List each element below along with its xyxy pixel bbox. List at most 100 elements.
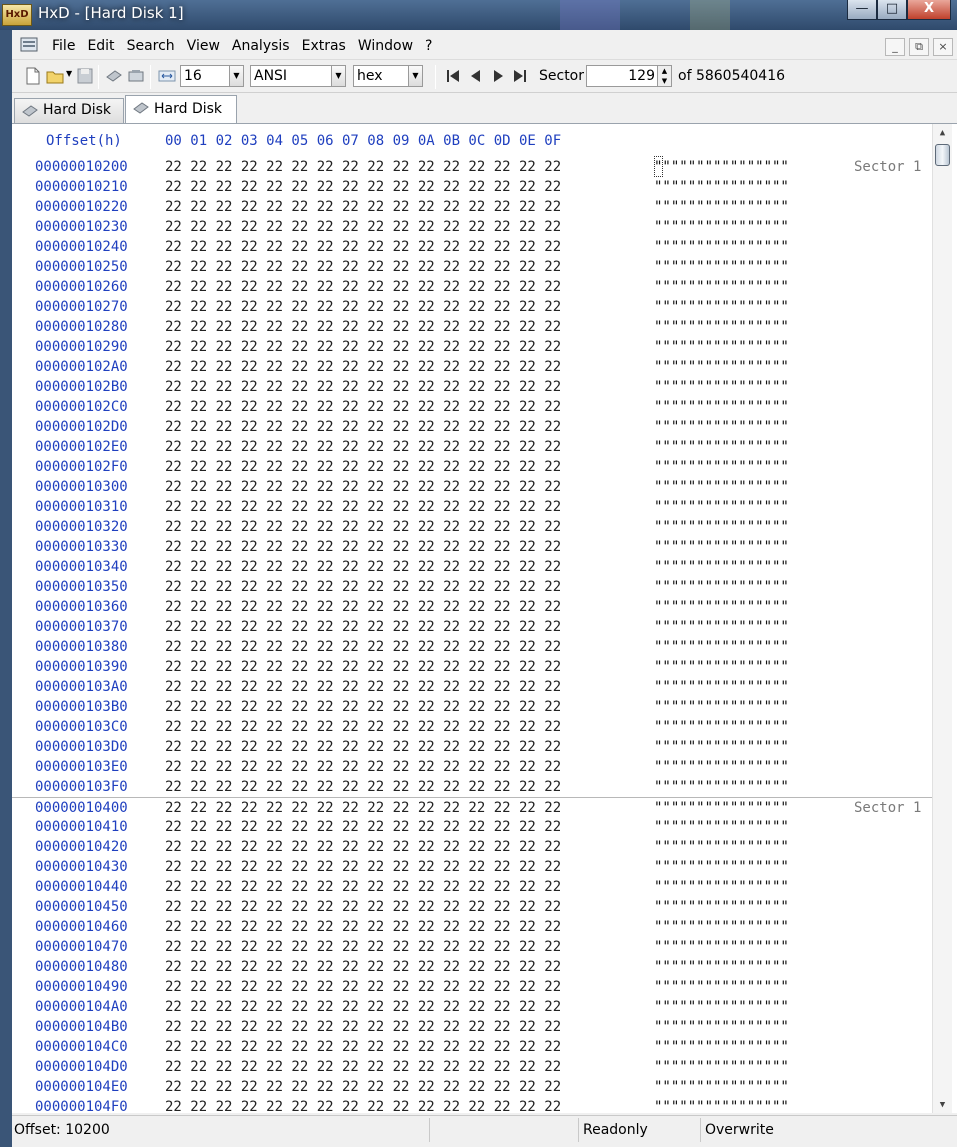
hex-row[interactable]: 00000010340 22 22 22 22 22 22 22 22 22 22…: [12, 557, 932, 577]
row-hex-bytes[interactable]: 22 22 22 22 22 22 22 22 22 22 22 22 22 2…: [165, 877, 561, 897]
row-hex-bytes[interactable]: 22 22 22 22 22 22 22 22 22 22 22 22 22 2…: [165, 457, 561, 477]
row-hex-bytes[interactable]: 22 22 22 22 22 22 22 22 22 22 22 22 22 2…: [165, 377, 561, 397]
hex-row[interactable]: 00000010290 22 22 22 22 22 22 22 22 22 22…: [12, 337, 932, 357]
hex-row[interactable]: 00000010440 22 22 22 22 22 22 22 22 22 22…: [12, 877, 932, 897]
hex-row[interactable]: 000000104F0 22 22 22 22 22 22 22 22 22 22…: [12, 1097, 932, 1113]
row-hex-bytes[interactable]: 22 22 22 22 22 22 22 22 22 22 22 22 22 2…: [165, 697, 561, 717]
close-button[interactable]: X: [907, 0, 951, 20]
row-text[interactable]: """""""""""""""": [654, 857, 789, 877]
mdi-close-button[interactable]: ×: [933, 38, 953, 56]
row-text[interactable]: """""""""""""""": [654, 537, 789, 557]
hex-row[interactable]: 00000010310 22 22 22 22 22 22 22 22 22 22…: [12, 497, 932, 517]
menu-analysis[interactable]: Analysis: [226, 36, 296, 56]
hex-row[interactable]: 00000010240 22 22 22 22 22 22 22 22 22 22…: [12, 237, 932, 257]
row-text[interactable]: """""""""""""""": [654, 877, 789, 897]
row-text[interactable]: """""""""""""""": [654, 637, 789, 657]
hex-row[interactable]: 000000102C0 22 22 22 22 22 22 22 22 22 22…: [12, 397, 932, 417]
hex-row[interactable]: 00000010390 22 22 22 22 22 22 22 22 22 22…: [12, 657, 932, 677]
row-hex-bytes[interactable]: 22 22 22 22 22 22 22 22 22 22 22 22 22 2…: [165, 197, 561, 217]
hex-row[interactable]: 00000010330 22 22 22 22 22 22 22 22 22 22…: [12, 537, 932, 557]
open-folder-icon[interactable]: [46, 67, 64, 85]
row-text[interactable]: """""""""""""""": [654, 337, 789, 357]
row-hex-bytes[interactable]: 22 22 22 22 22 22 22 22 22 22 22 22 22 2…: [165, 237, 561, 257]
hex-row[interactable]: 00000010490 22 22 22 22 22 22 22 22 22 22…: [12, 977, 932, 997]
last-sector-icon[interactable]: [511, 67, 529, 85]
hex-row[interactable]: 00000010230 22 22 22 22 22 22 22 22 22 22…: [12, 217, 932, 237]
new-file-icon[interactable]: [24, 67, 42, 85]
hex-row[interactable]: 00000010430 22 22 22 22 22 22 22 22 22 22…: [12, 857, 932, 877]
menu-help[interactable]: ?: [419, 36, 438, 56]
row-hex-bytes[interactable]: 22 22 22 22 22 22 22 22 22 22 22 22 22 2…: [165, 177, 561, 197]
row-hex-bytes[interactable]: 22 22 22 22 22 22 22 22 22 22 22 22 22 2…: [165, 798, 561, 818]
row-text[interactable]: """""""""""""""": [654, 1037, 789, 1057]
hex-row[interactable]: 00000010260 22 22 22 22 22 22 22 22 22 22…: [12, 277, 932, 297]
row-text[interactable]: """""""""""""""": [654, 697, 789, 717]
row-hex-bytes[interactable]: 22 22 22 22 22 22 22 22 22 22 22 22 22 2…: [165, 897, 561, 917]
hex-editor-view[interactable]: Offset(h) 00 01 02 03 04 05 06 07 08 09 …: [12, 123, 957, 1113]
row-text[interactable]: """""""""""""""": [654, 357, 789, 377]
row-text[interactable]: """""""""""""""": [654, 737, 789, 757]
menu-view[interactable]: View: [181, 36, 226, 56]
hex-row[interactable]: 000000104C0 22 22 22 22 22 22 22 22 22 22…: [12, 1037, 932, 1057]
tab-hard-disk-1[interactable]: Hard Disk 1: [125, 95, 237, 143]
menu-file[interactable]: File: [46, 36, 81, 56]
row-hex-bytes[interactable]: 22 22 22 22 22 22 22 22 22 22 22 22 22 2…: [165, 297, 561, 317]
row-hex-bytes[interactable]: 22 22 22 22 22 22 22 22 22 22 22 22 22 2…: [165, 437, 561, 457]
row-text[interactable]: """""""""""""""": [654, 437, 789, 457]
row-hex-bytes[interactable]: 22 22 22 22 22 22 22 22 22 22 22 22 22 2…: [165, 757, 561, 777]
hex-row[interactable]: 000000103A0 22 22 22 22 22 22 22 22 22 22…: [12, 677, 932, 697]
menu-edit[interactable]: Edit: [81, 36, 120, 56]
row-hex-bytes[interactable]: 22 22 22 22 22 22 22 22 22 22 22 22 22 2…: [165, 777, 561, 797]
row-text[interactable]: """""""""""""""": [654, 317, 789, 337]
row-hex-bytes[interactable]: 22 22 22 22 22 22 22 22 22 22 22 22 22 2…: [165, 557, 561, 577]
charset-select[interactable]: ANSI ▼: [250, 65, 346, 87]
row-hex-bytes[interactable]: 22 22 22 22 22 22 22 22 22 22 22 22 22 2…: [165, 397, 561, 417]
hex-row[interactable]: 000000102E0 22 22 22 22 22 22 22 22 22 22…: [12, 437, 932, 457]
row-hex-bytes[interactable]: 22 22 22 22 22 22 22 22 22 22 22 22 22 2…: [165, 937, 561, 957]
hex-row[interactable]: 000000103E0 22 22 22 22 22 22 22 22 22 22…: [12, 757, 932, 777]
row-text[interactable]: """""""""""""""": [654, 597, 789, 617]
row-hex-bytes[interactable]: 22 22 22 22 22 22 22 22 22 22 22 22 22 2…: [165, 1037, 561, 1057]
hex-row[interactable]: 000000103B0 22 22 22 22 22 22 22 22 22 22…: [12, 697, 932, 717]
previous-sector-icon[interactable]: [467, 67, 485, 85]
hex-row[interactable]: 000000104A0 22 22 22 22 22 22 22 22 22 22…: [12, 997, 932, 1017]
hex-row[interactable]: 000000103F0 22 22 22 22 22 22 22 22 22 22…: [12, 777, 932, 797]
window-title-bar[interactable]: HxD HxD - [Hard Disk 1] — □ X: [0, 0, 957, 30]
row-text[interactable]: """""""""""""""": [654, 457, 789, 477]
row-text[interactable]: """""""""""""""": [654, 798, 789, 818]
row-text[interactable]: """""""""""""""": [654, 1057, 789, 1077]
row-hex-bytes[interactable]: 22 22 22 22 22 22 22 22 22 22 22 22 22 2…: [165, 597, 561, 617]
document-window-icon[interactable]: [20, 36, 40, 54]
hex-row[interactable]: 000000103D0 22 22 22 22 22 22 22 22 22 22…: [12, 737, 932, 757]
row-hex-bytes[interactable]: 22 22 22 22 22 22 22 22 22 22 22 22 22 2…: [165, 277, 561, 297]
row-hex-bytes[interactable]: 22 22 22 22 22 22 22 22 22 22 22 22 22 2…: [165, 637, 561, 657]
row-text[interactable]: """""""""""""""": [654, 397, 789, 417]
row-text[interactable]: """""""""""""""": [654, 237, 789, 257]
row-text[interactable]: """""""""""""""": [654, 217, 789, 237]
row-text[interactable]: """""""""""""""": [654, 897, 789, 917]
hex-row[interactable]: 00000010380 22 22 22 22 22 22 22 22 22 22…: [12, 637, 932, 657]
chevron-down-icon[interactable]: ▼: [66, 69, 72, 89]
hex-row[interactable]: 00000010320 22 22 22 22 22 22 22 22 22 22…: [12, 517, 932, 537]
row-text[interactable]: """""""""""""""": [654, 957, 789, 977]
menu-search[interactable]: Search: [121, 36, 181, 56]
mdi-restore-button[interactable]: ⧉: [909, 38, 929, 56]
hex-row[interactable]: 000000102D0 22 22 22 22 22 22 22 22 22 22…: [12, 417, 932, 437]
row-hex-bytes[interactable]: 22 22 22 22 22 22 22 22 22 22 22 22 22 2…: [165, 537, 561, 557]
hex-row[interactable]: 00000010460 22 22 22 22 22 22 22 22 22 22…: [12, 917, 932, 937]
hex-row[interactable]: 00000010350 22 22 22 22 22 22 22 22 22 22…: [12, 577, 932, 597]
row-text[interactable]: """""""""""""""": [654, 657, 789, 677]
row-hex-bytes[interactable]: 22 22 22 22 22 22 22 22 22 22 22 22 22 2…: [165, 1097, 561, 1113]
row-text[interactable]: """""""""""""""": [654, 577, 789, 597]
row-text[interactable]: """""""""""""""": [654, 197, 789, 217]
menu-extras[interactable]: Extras: [296, 36, 352, 56]
hex-row[interactable]: 000000104E0 22 22 22 22 22 22 22 22 22 22…: [12, 1077, 932, 1097]
hex-row[interactable]: 00000010270 22 22 22 22 22 22 22 22 22 22…: [12, 297, 932, 317]
row-text[interactable]: """""""""""""""": [654, 517, 789, 537]
hex-row[interactable]: 00000010250 22 22 22 22 22 22 22 22 22 22…: [12, 257, 932, 277]
row-hex-bytes[interactable]: 22 22 22 22 22 22 22 22 22 22 22 22 22 2…: [165, 917, 561, 937]
hex-row[interactable]: 000000104B0 22 22 22 22 22 22 22 22 22 22…: [12, 1017, 932, 1037]
row-hex-bytes[interactable]: 22 22 22 22 22 22 22 22 22 22 22 22 22 2…: [165, 997, 561, 1017]
display-mode-select[interactable]: hex ▼: [353, 65, 423, 87]
hex-row[interactable]: 00000010450 22 22 22 22 22 22 22 22 22 22…: [12, 897, 932, 917]
